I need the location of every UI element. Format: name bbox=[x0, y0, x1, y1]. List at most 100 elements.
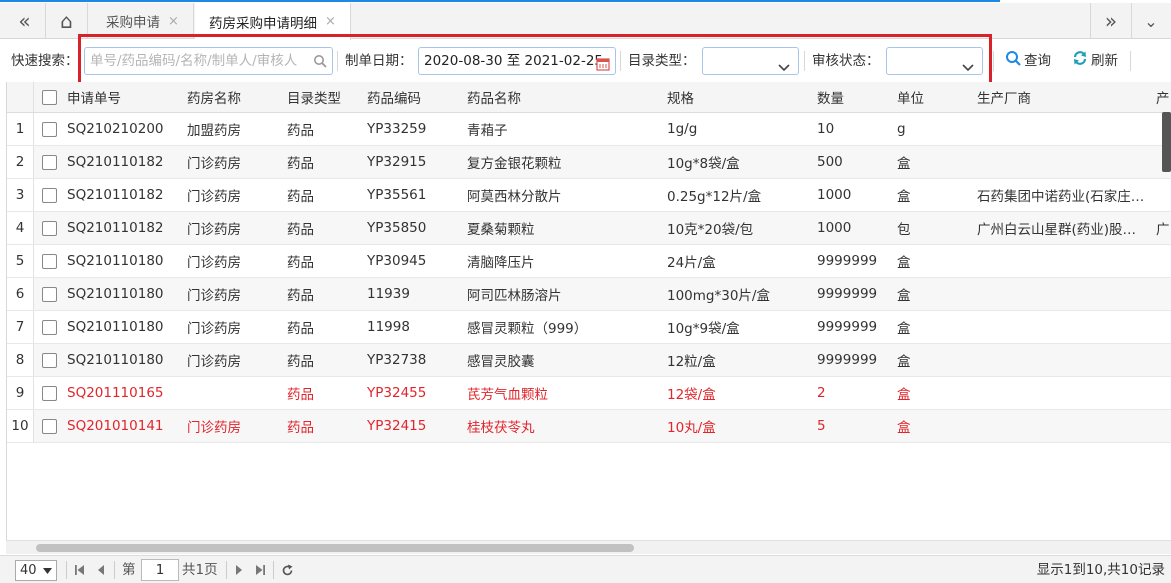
col-header-request-id[interactable]: 申请单号 bbox=[67, 82, 185, 112]
page-size-select[interactable]: 40 bbox=[15, 560, 57, 581]
cell-origin: 广 bbox=[1156, 222, 1170, 238]
col-header-manufacturer[interactable]: 生产厂商 bbox=[977, 82, 1152, 112]
total-pages-label: 共1页 bbox=[182, 562, 218, 578]
home-icon[interactable]: ⌂ bbox=[46, 3, 88, 39]
row-number: 4 bbox=[7, 212, 34, 244]
vertical-scroll-indicator[interactable] bbox=[1162, 112, 1171, 172]
table-row[interactable]: 1 SQ210210200 加盟药房 药品 YP33259 青葙子 1g/g 10 g bbox=[7, 113, 1171, 146]
col-header-spec[interactable]: 规格 bbox=[667, 82, 815, 112]
row-number: 1 bbox=[7, 113, 34, 145]
reload-icon[interactable] bbox=[281, 556, 294, 583]
calendar-icon[interactable] bbox=[596, 54, 610, 80]
tab-pharmacy-purchase-detail[interactable]: 药房采购申请明细 × bbox=[195, 3, 351, 40]
row-number: 3 bbox=[7, 179, 34, 211]
table-row[interactable]: 3 SQ210110182 门诊药房 药品 YP35561 阿莫西林分散片 0.25g*12… bbox=[7, 179, 1171, 212]
cell-drug-name: 清脑降压片 bbox=[467, 255, 535, 271]
last-page-icon[interactable] bbox=[254, 556, 266, 583]
row-checkbox[interactable] bbox=[42, 113, 66, 145]
cell-quantity: 500 bbox=[817, 154, 843, 170]
table-row[interactable]: 9 SQ201110165 药品 YP32455 芪芳气血颗粒 12袋/盒 2 盒 bbox=[7, 377, 1171, 410]
col-header-catalog-type[interactable]: 目录类型 bbox=[287, 82, 365, 112]
close-tab-icon[interactable]: × bbox=[325, 14, 336, 29]
cell-pharmacy: 门诊药房 bbox=[187, 288, 241, 304]
row-number: 9 bbox=[7, 377, 34, 409]
table-row[interactable]: 7 SQ210110180 门诊药房 药品 11998 感冒灵颗粒（999） 10g*9袋/… bbox=[7, 311, 1171, 344]
search-icon[interactable] bbox=[313, 48, 327, 77]
table-row[interactable]: 8 SQ210110180 门诊药房 药品 YP32738 感冒灵胶囊 12粒/盒 99999… bbox=[7, 344, 1171, 377]
table-row[interactable]: 2 SQ210110182 门诊药房 药品 YP32915 复方金银花颗粒 10g*8袋/盒… bbox=[7, 146, 1171, 179]
row-checkbox[interactable] bbox=[42, 410, 66, 442]
audit-status-select[interactable] bbox=[886, 47, 983, 75]
row-checkbox[interactable] bbox=[42, 377, 66, 409]
search-icon bbox=[1005, 40, 1021, 82]
cell-catalog-type: 药品 bbox=[287, 255, 314, 271]
cell-request-id: SQ201110165 bbox=[67, 385, 164, 401]
cell-unit: 包 bbox=[897, 222, 911, 238]
cell-unit: 盒 bbox=[897, 354, 911, 370]
row-checkbox[interactable] bbox=[42, 311, 66, 343]
scroll-tabs-right-icon[interactable]: » bbox=[1090, 3, 1132, 39]
cell-drug-name: 复方金银花颗粒 bbox=[467, 156, 562, 172]
cell-drug-name: 青葙子 bbox=[467, 123, 508, 139]
page-size-value: 40 bbox=[20, 563, 37, 578]
cell-drug-name: 阿莫西林分散片 bbox=[467, 189, 562, 205]
first-page-icon[interactable] bbox=[74, 556, 86, 583]
cell-drug-code: YP32915 bbox=[367, 154, 427, 170]
chevron-down-icon bbox=[778, 56, 790, 82]
row-checkbox[interactable] bbox=[42, 212, 66, 244]
page-number-input[interactable]: 1 bbox=[141, 559, 179, 581]
cell-manufacturer bbox=[977, 245, 1152, 277]
row-checkbox[interactable] bbox=[42, 278, 66, 310]
cell-pharmacy bbox=[187, 377, 285, 409]
row-checkbox[interactable] bbox=[42, 344, 66, 376]
query-button[interactable]: 查询 bbox=[1005, 40, 1051, 82]
row-checkbox[interactable] bbox=[42, 146, 66, 178]
col-header-drug-code[interactable]: 药品编码 bbox=[367, 82, 465, 112]
table-row[interactable]: 6 SQ210110180 门诊药房 药品 11939 阿司匹林肠溶片 100mg*30片/… bbox=[7, 278, 1171, 311]
cell-quantity: 1000 bbox=[817, 220, 852, 236]
cell-quantity: 2 bbox=[817, 385, 826, 401]
cell-drug-name: 夏桑菊颗粒 bbox=[467, 222, 535, 238]
cell-spec: 100mg*30片/盒 bbox=[667, 288, 770, 304]
tab-menu-chevron-down-icon[interactable]: ⌄ bbox=[1130, 3, 1171, 39]
row-number: 10 bbox=[7, 410, 34, 442]
select-all-checkbox[interactable] bbox=[42, 82, 66, 112]
table-row[interactable]: 5 SQ210110180 门诊药房 药品 YP30945 清脑降压片 24片/盒 99999… bbox=[7, 245, 1171, 278]
cell-manufacturer bbox=[977, 146, 1152, 178]
cell-manufacturer bbox=[977, 278, 1152, 310]
cell-manufacturer: 石药集团中诺药业(石家庄… bbox=[977, 189, 1145, 205]
catalog-type-select[interactable] bbox=[702, 47, 799, 75]
col-header-pharmacy[interactable]: 药房名称 bbox=[187, 82, 285, 112]
quick-search-input[interactable]: 单号/药品编码/名称/制单人/审核人 bbox=[84, 47, 333, 75]
refresh-button[interactable]: 刷新 bbox=[1072, 40, 1118, 82]
record-summary: 显示1到10,共10记录 bbox=[1036, 562, 1165, 578]
table-row[interactable]: 10 SQ201010141 门诊药房 药品 YP32415 桂枝茯苓丸 10丸/盒 5 盒 bbox=[7, 410, 1171, 443]
horizontal-scrollbar[interactable] bbox=[6, 540, 1171, 554]
cell-manufacturer bbox=[977, 113, 1152, 145]
col-header-unit[interactable]: 单位 bbox=[897, 82, 975, 112]
row-checkbox[interactable] bbox=[42, 245, 66, 277]
table-row[interactable]: 4 SQ210110182 门诊药房 药品 YP35850 夏桑菊颗粒 10克*20袋/包 1… bbox=[7, 212, 1171, 245]
row-checkbox[interactable] bbox=[42, 179, 66, 211]
cell-spec: 10丸/盒 bbox=[667, 420, 716, 436]
cell-manufacturer bbox=[977, 311, 1152, 343]
cell-request-id: SQ210210200 bbox=[67, 121, 164, 137]
cell-unit: 盒 bbox=[897, 288, 911, 304]
col-header-drug-name[interactable]: 药品名称 bbox=[467, 82, 665, 112]
col-header-origin[interactable]: 产 bbox=[1156, 82, 1171, 112]
cell-unit: 盒 bbox=[897, 321, 911, 337]
close-tab-icon[interactable]: × bbox=[168, 14, 179, 29]
row-number: 8 bbox=[7, 344, 34, 376]
scroll-tabs-left-icon[interactable]: « bbox=[4, 3, 46, 39]
col-header-quantity[interactable]: 数量 bbox=[817, 82, 895, 112]
next-page-icon[interactable] bbox=[234, 556, 244, 583]
tab-purchase-request[interactable]: 采购申请 × bbox=[92, 3, 194, 39]
date-range-input[interactable]: 2020-08-30 至 2021-02-25 bbox=[418, 47, 616, 75]
prev-page-icon[interactable] bbox=[96, 556, 106, 583]
cell-unit: 盒 bbox=[897, 156, 911, 172]
chevron-down-icon bbox=[962, 56, 974, 82]
horizontal-scroll-thumb[interactable] bbox=[36, 544, 634, 552]
cell-catalog-type: 药品 bbox=[287, 321, 314, 337]
cell-request-id: SQ210110182 bbox=[67, 187, 164, 203]
cell-catalog-type: 药品 bbox=[287, 354, 314, 370]
